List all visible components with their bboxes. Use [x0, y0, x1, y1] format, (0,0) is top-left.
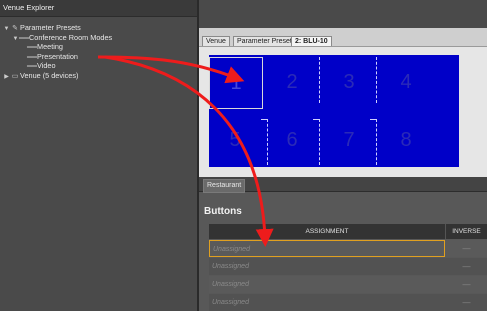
explorer-title: Venue Explorer	[0, 0, 197, 17]
workspace-top-band	[199, 0, 487, 28]
table-row[interactable]: Unassigned —	[209, 294, 487, 311]
key-divider	[267, 119, 268, 165]
tree-item-label: Parameter Presets	[20, 23, 81, 32]
key-divider	[370, 119, 376, 120]
blu-10-button-panel: 1 2 3 4 5 6 7 8	[209, 55, 459, 167]
tab-restaurant[interactable]: Restaurant	[203, 179, 246, 193]
assignment-cell[interactable]: Unassigned	[209, 258, 445, 275]
assignment-cell[interactable]: Unassigned	[209, 294, 445, 311]
section-title-buttons: Buttons	[204, 206, 242, 217]
breadcrumb: Venue Parameter Presets 2: BLU-10	[199, 28, 487, 47]
tree-item-parameter-presets[interactable]: ▼ ✎ Parameter Presets	[0, 23, 197, 33]
inverse-toggle[interactable]: —	[446, 294, 487, 311]
blu-key-2[interactable]: 2	[266, 57, 318, 107]
blu-key-1[interactable]: 1	[209, 57, 263, 109]
tree-item-label: Conference Room Modes	[29, 32, 113, 42]
key-divider	[376, 119, 377, 165]
venue-explorer-panel: Venue Explorer ▼ ✎ Parameter Presets ▼══Co…	[0, 0, 199, 311]
tree-item-label: Venue (5 devices)	[20, 70, 79, 80]
inverse-toggle[interactable]: —	[446, 276, 487, 293]
device-canvas: 1 2 3 4 5 6 7 8	[199, 46, 487, 177]
key-divider	[313, 119, 319, 120]
tree-item-venue[interactable]: ▶ ▭ Venue (5 devices)	[0, 71, 197, 81]
table-row[interactable]: Unassigned —	[209, 240, 487, 257]
key-divider	[319, 57, 320, 103]
explorer-tree: ▼ ✎ Parameter Presets ▼══Conference Room M…	[0, 17, 197, 80]
tree-item-presentation[interactable]: ══Presentation	[0, 52, 197, 62]
blu-key-7[interactable]: 7	[323, 115, 375, 165]
table-row[interactable]: Unassigned —	[209, 276, 487, 293]
blu-key-5[interactable]: 5	[209, 115, 261, 165]
column-header-inverse[interactable]: INVERSE	[446, 224, 487, 239]
assignment-cell[interactable]: Unassigned	[209, 276, 445, 293]
key-divider	[319, 119, 320, 165]
key-divider	[376, 57, 377, 103]
tree-item-video[interactable]: ══Video	[0, 61, 197, 71]
tree-item-conference-room-modes[interactable]: ▼══Conference Room Modes	[0, 33, 197, 43]
assignment-cell[interactable]: Unassigned	[209, 240, 445, 257]
tree-item-label: Meeting	[37, 42, 63, 51]
blu-key-8[interactable]: 8	[380, 115, 432, 165]
expand-arrow-icon[interactable]: ▶	[3, 73, 10, 83]
table-row[interactable]: Unassigned —	[209, 258, 487, 275]
blu-key-3[interactable]: 3	[323, 57, 375, 107]
key-divider	[261, 119, 267, 120]
inverse-toggle[interactable]: —	[446, 258, 487, 275]
tree-item-meeting[interactable]: ══Meeting	[0, 42, 197, 52]
tree-item-label: Video	[37, 61, 56, 70]
tree-item-label: Presentation	[37, 51, 78, 61]
blu-key-4[interactable]: 4	[380, 57, 432, 107]
column-header-assignment[interactable]: ASSIGNMENT	[209, 224, 446, 239]
inverse-toggle[interactable]: —	[446, 240, 487, 257]
blu-key-6[interactable]: 6	[266, 115, 318, 165]
venue-icon: ▭	[11, 72, 19, 80]
